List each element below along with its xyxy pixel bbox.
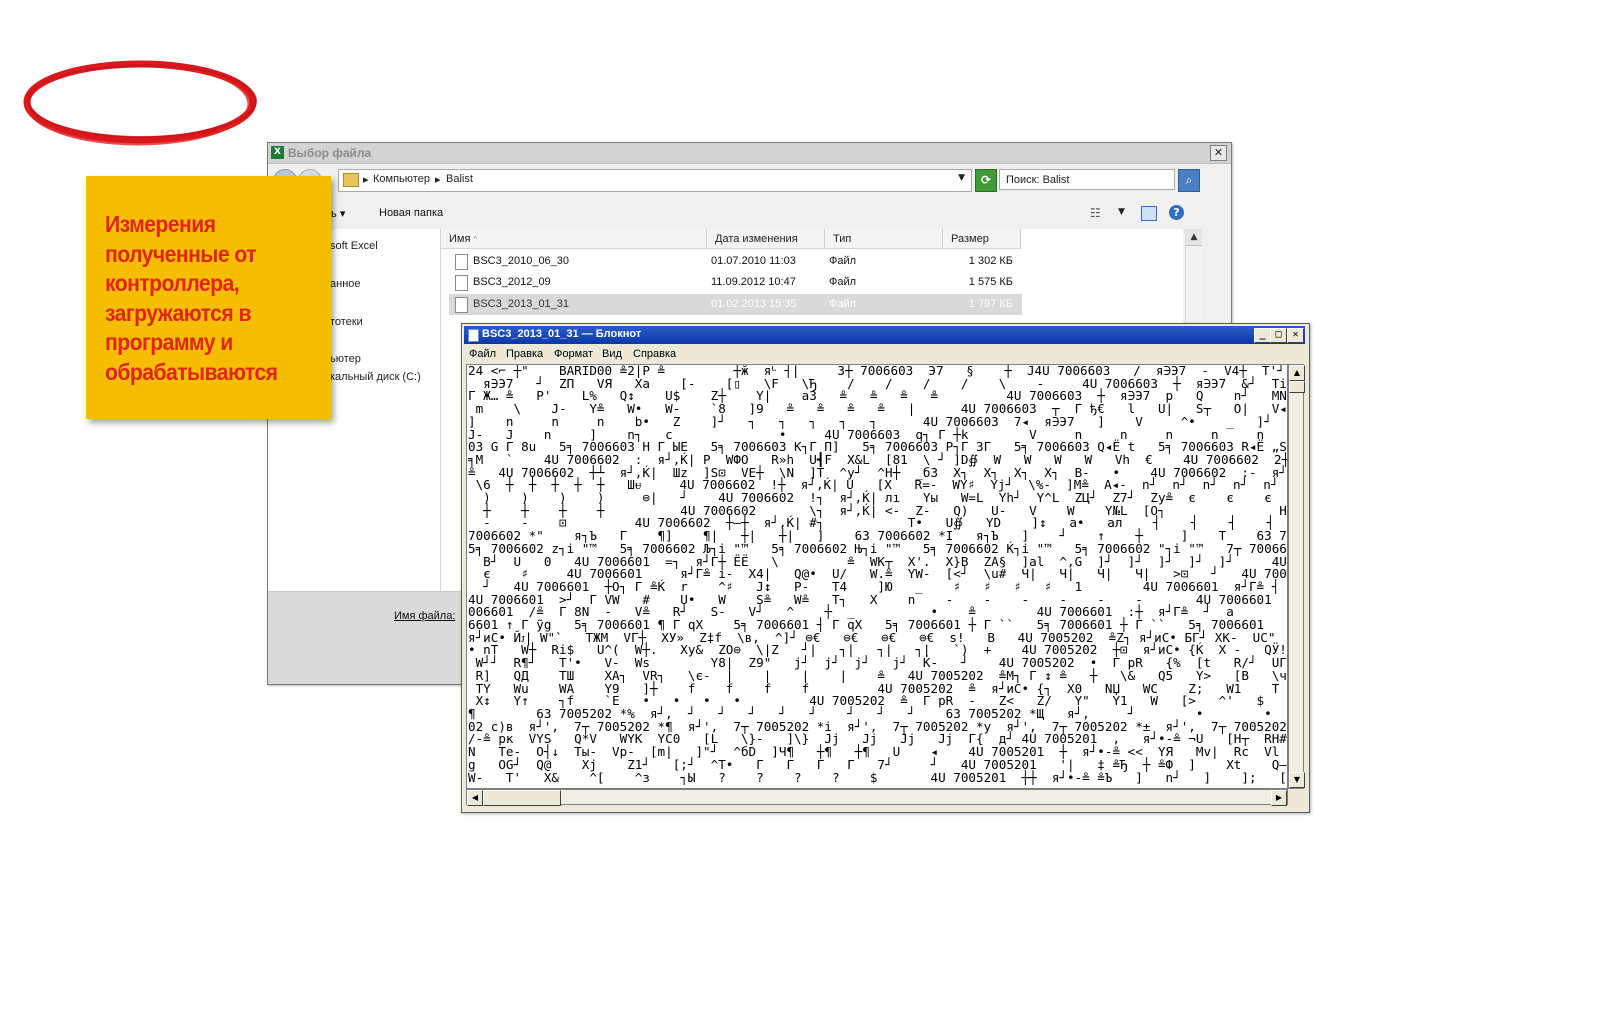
minimize-button[interactable]: _	[1254, 328, 1271, 343]
scroll-down-icon[interactable]: ▼	[1289, 772, 1305, 788]
file-type: Файл	[829, 276, 857, 288]
address-row: ▸ Компьютер ▸ Balist ▼ ⟳ Поиск: Balist ⌕	[268, 164, 1231, 194]
refresh-button[interactable]: ⟳	[975, 169, 997, 192]
close-button[interactable]: ✕	[1210, 145, 1227, 161]
address-bar[interactable]: ▸ Компьютер ▸ Balist ▼	[338, 169, 972, 192]
file-date: 11.09.2012 10:47	[711, 276, 796, 288]
red-highlight-ellipse	[23, 60, 257, 146]
file-row[interactable]: BSC3_2010_06_30 01.07.2010 11:03 Файл 1 …	[449, 251, 1022, 272]
menu-help[interactable]: Справка	[633, 348, 676, 360]
file-type: Файл	[829, 255, 857, 267]
file-size: 1 797 КБ	[968, 298, 1013, 310]
scroll-right-icon[interactable]: ▶	[1271, 790, 1287, 806]
maximize-button[interactable]: □	[1270, 328, 1287, 343]
menu-edit[interactable]: Правка	[506, 348, 543, 360]
menu-view[interactable]: Вид	[602, 348, 622, 360]
search-icon[interactable]: ⌕	[1178, 169, 1200, 192]
new-folder-button[interactable]: Новая папка	[379, 207, 443, 219]
column-header-date[interactable]: Дата изменения	[707, 229, 825, 249]
nav-item-computer[interactable]: ьютер	[330, 353, 361, 365]
dialog-title: Выбор файла	[288, 146, 372, 160]
sticky-note: Измерения полученные от контроллера, заг…	[86, 176, 331, 419]
nav-item-recent[interactable]: анное	[330, 278, 361, 290]
notepad-horizontal-scrollbar[interactable]: ◀ ▶	[466, 789, 1288, 806]
file-icon	[455, 254, 468, 270]
file-row-selected[interactable]: BSC3_2013_01_31 01.02.2013 15:35 Файл 1 …	[449, 294, 1022, 315]
preview-pane-icon[interactable]	[1141, 206, 1157, 221]
text-line: W- T' X& ^[ ^з ┐Ы ? ? ? ? $ 4U 7005201 ┼…	[468, 769, 1288, 785]
file-icon	[455, 275, 468, 291]
file-name: BSC3_2010_06_30	[473, 255, 570, 267]
file-date: 01.02.2013 15:35	[711, 298, 797, 310]
search-input[interactable]: Поиск: Balist	[999, 169, 1175, 190]
file-size: 1 302 КБ	[968, 255, 1013, 267]
breadcrumb-computer[interactable]: Компьютер	[373, 173, 430, 185]
column-header-size[interactable]: Размер	[943, 229, 1021, 249]
notepad-vertical-scrollbar[interactable]: ▲ ▼	[1288, 364, 1305, 789]
breadcrumb-balist[interactable]: Balist	[446, 173, 473, 185]
menu-format[interactable]: Формат	[554, 348, 593, 360]
view-options-icon[interactable]: ☷	[1090, 206, 1101, 220]
file-size: 1 575 КБ	[968, 276, 1013, 288]
notepad-menubar: Файл Правка Формат Вид Справка	[464, 345, 1305, 363]
close-button[interactable]: ✕	[1287, 328, 1304, 343]
file-name: BSC3_2013_01_31	[473, 298, 570, 310]
notepad-icon	[468, 329, 479, 342]
scroll-thumb[interactable]	[483, 790, 561, 806]
chevron-down-icon[interactable]: ▼	[958, 173, 965, 183]
file-row[interactable]: BSC3_2012_09 11.09.2012 10:47 Файл 1 575…	[449, 272, 1022, 293]
menu-file[interactable]: Файл	[469, 348, 496, 360]
folder-icon	[343, 173, 359, 187]
file-date: 01.07.2010 11:03	[711, 255, 796, 267]
file-name: BSC3_2012_09	[473, 276, 551, 288]
filename-label: Имя файла:	[394, 610, 456, 622]
help-icon[interactable]: ?	[1169, 205, 1184, 220]
breadcrumb-separator: ▸	[363, 174, 369, 186]
notepad-title: BSC3_2013_01_31 — Блокнот	[482, 328, 642, 340]
dialog-toolbar: ть ▾ Новая папка ☷ ▼ ?	[268, 198, 1231, 228]
dialog-titlebar: X Выбор файла ✕	[268, 143, 1231, 164]
file-type: Файл	[829, 298, 857, 310]
excel-icon: X	[271, 146, 284, 159]
nav-item-excel[interactable]: soft Excel	[330, 240, 378, 252]
column-label: Имя	[449, 233, 471, 245]
nav-item-libraries[interactable]: тотеки	[330, 316, 363, 328]
notepad-titlebar: BSC3_2013_01_31 — Блокнот _ □ ✕	[464, 326, 1305, 344]
scroll-up-icon[interactable]: ▲	[1186, 229, 1202, 246]
scroll-thumb[interactable]	[1289, 381, 1305, 393]
breadcrumb-separator: ▸	[435, 174, 441, 186]
nav-item-local-disk[interactable]: кальный диск (C:)	[330, 371, 421, 383]
notepad-text-area[interactable]: 24 <⌐ ┼" BARID00 ≗2|P ≗ ┼ӂ яᒡ ┤| 3┼ 7006…	[466, 364, 1288, 789]
column-header-name[interactable]: Имя ^	[441, 229, 707, 249]
scroll-left-icon[interactable]: ◀	[467, 790, 483, 806]
column-header-type[interactable]: Тип	[825, 229, 943, 249]
file-icon	[455, 297, 468, 313]
sticky-note-text: Измерения полученные от контроллера, заг…	[105, 211, 278, 385]
chevron-down-icon[interactable]: ▼	[1118, 207, 1125, 217]
scroll-up-icon[interactable]: ▲	[1289, 365, 1305, 381]
notepad-window: BSC3_2013_01_31 — Блокнот _ □ ✕ Файл Пра…	[461, 323, 1310, 813]
